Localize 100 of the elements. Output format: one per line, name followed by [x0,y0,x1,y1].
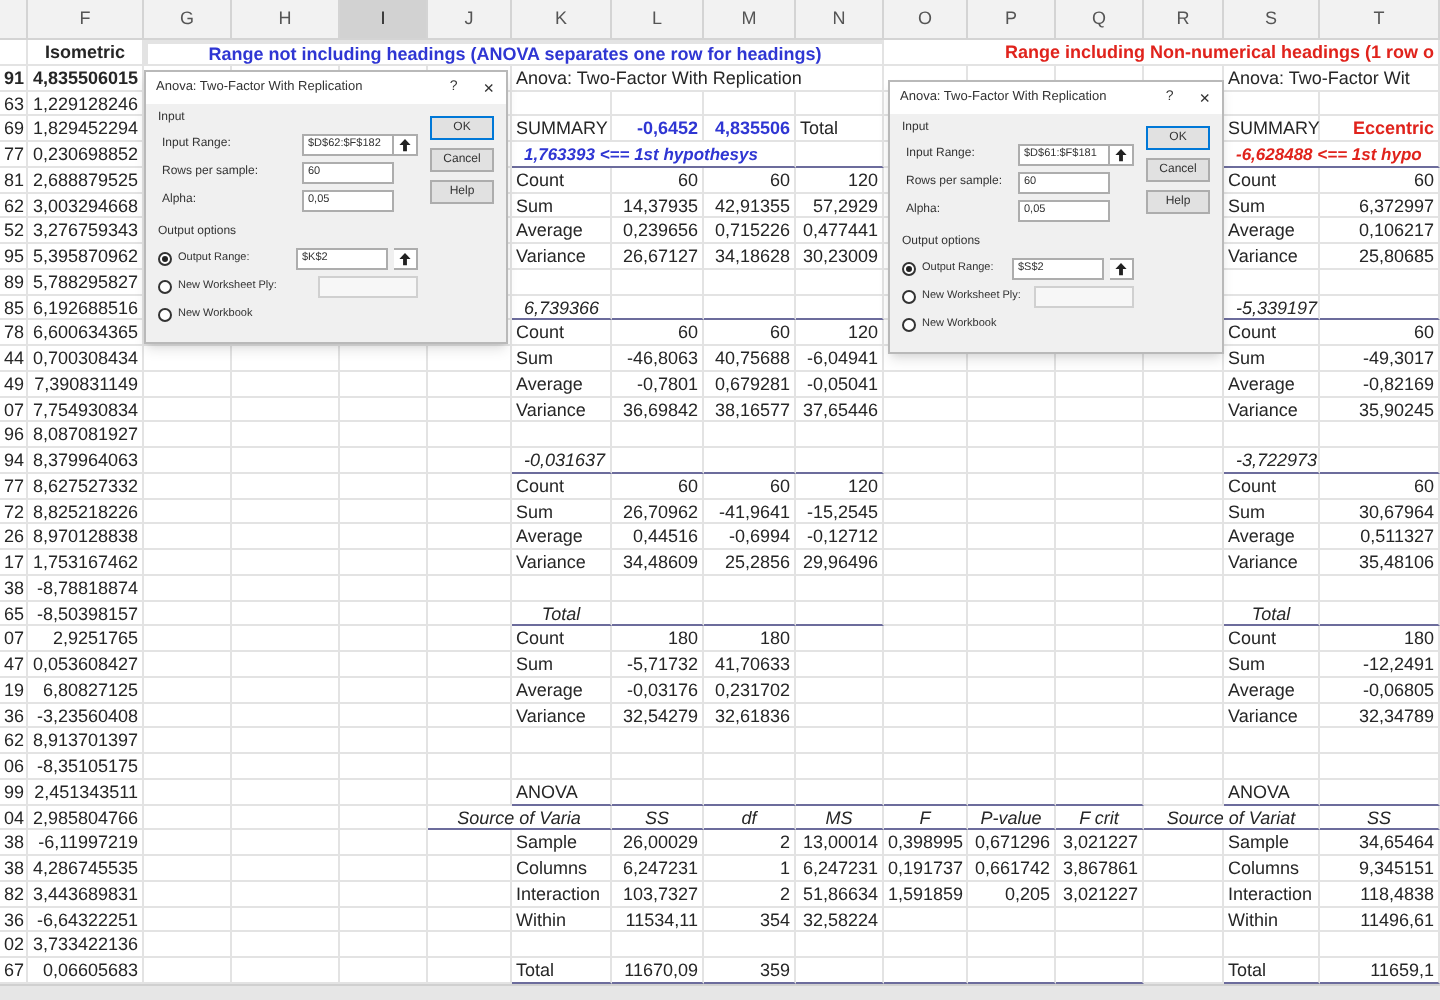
table-cell [1144,550,1224,576]
column-header[interactable]: R [1144,0,1224,40]
table-cell: 60 [1320,167,1440,193]
column-header[interactable]: G [144,0,232,40]
table-cell [968,397,1056,423]
corner-cell[interactable] [0,0,28,40]
column-header[interactable]: O [884,0,968,40]
column-header[interactable]: S [1224,0,1320,40]
column-header[interactable]: L [612,0,704,40]
table-cell: 32,34789 [1320,703,1440,729]
table-cell [1144,422,1224,448]
table-cell [232,397,340,423]
table-cell: 0,671296 [968,830,1056,856]
column-header[interactable]: H [232,0,340,40]
table-cell [884,371,968,397]
table-cell [1320,601,1440,627]
table-cell [704,422,796,448]
table-cell: Sum [512,193,612,219]
table-cell [796,728,884,754]
table-cell [1144,703,1224,729]
table-cell: Sum [1224,193,1320,219]
range-select-button[interactable] [394,134,418,156]
table-cell [340,958,428,984]
radio-button[interactable] [902,262,916,276]
table-cell: 91 [0,65,28,91]
table-cell [1320,422,1440,448]
radio-button[interactable] [158,252,172,266]
table-cell [796,779,884,805]
table-cell: 7,754930834 [28,397,144,423]
table-cell [1144,881,1224,907]
close-button[interactable]: × [1193,88,1216,108]
table-cell [1056,677,1144,703]
table-cell: -0,6994 [704,524,796,550]
column-header[interactable]: M [704,0,796,40]
table-cell: 06 [0,754,28,780]
table-cell: -41,9641 [704,499,796,525]
table-cell: 3,276759343 [28,218,144,244]
close-button[interactable]: × [477,78,500,98]
input-field[interactable] [318,276,418,298]
table-cell [1320,754,1440,780]
table-cell: Total [512,958,612,984]
table-cell: 0,511327 [1320,524,1440,550]
radio-button[interactable] [158,280,172,294]
table-cell: 60 [1320,473,1440,499]
table-cell [428,575,512,601]
table-cell: Total [1224,601,1320,627]
table-cell [1224,728,1320,754]
radio-button[interactable] [902,290,916,304]
table-cell [428,677,512,703]
table-cell [1144,524,1224,550]
table-cell [428,346,512,372]
column-header[interactable]: K [512,0,612,40]
table-cell: -0,03176 [612,677,704,703]
table-cell: 3,443689831 [28,881,144,907]
table-cell: 35,48106 [1320,550,1440,576]
table-cell: 85 [0,295,28,321]
column-header[interactable]: F [28,0,144,40]
range-select-button[interactable] [1110,144,1134,166]
table-cell: Isometric [28,40,144,66]
table-cell [340,703,428,729]
table-cell [340,856,428,882]
table-cell: SS [612,805,704,831]
table-cell [232,473,340,499]
table-cell: 5,788295827 [28,269,144,295]
table-cell: 2,985804766 [28,805,144,831]
table-cell: 4,835506 [704,116,796,142]
table-cell: 103,7327 [612,881,704,907]
table-cell: -3,23560408 [28,703,144,729]
table-cell [144,371,232,397]
input-field[interactable] [1034,286,1134,308]
radio-button[interactable] [158,308,172,322]
table-cell: 0,06605683 [28,958,144,984]
column-header[interactable]: J [428,0,512,40]
table-cell [340,626,428,652]
column-header[interactable]: N [796,0,884,40]
table-cell [428,830,512,856]
table-cell [1056,473,1144,499]
table-cell [340,652,428,678]
table-cell [340,371,428,397]
table-cell [428,881,512,907]
table-cell [428,499,512,525]
table-cell [884,448,968,474]
table-cell: 0,191737 [884,856,968,882]
table-cell [968,754,1056,780]
radio-button[interactable] [902,318,916,332]
column-header[interactable]: T [1320,0,1440,40]
table-cell: 49 [0,371,28,397]
range-select-button[interactable] [1110,258,1134,280]
table-cell [1144,652,1224,678]
table-cell [232,958,340,984]
column-header[interactable]: P [968,0,1056,40]
table-cell [796,91,884,117]
column-header[interactable]: Q [1056,0,1144,40]
table-cell: 62 [0,728,28,754]
table-cell [144,830,232,856]
column-header[interactable]: I [340,0,428,40]
range-select-button[interactable] [394,248,418,270]
table-cell: 0,239656 [612,218,704,244]
table-cell [428,728,512,754]
table-cell [612,754,704,780]
